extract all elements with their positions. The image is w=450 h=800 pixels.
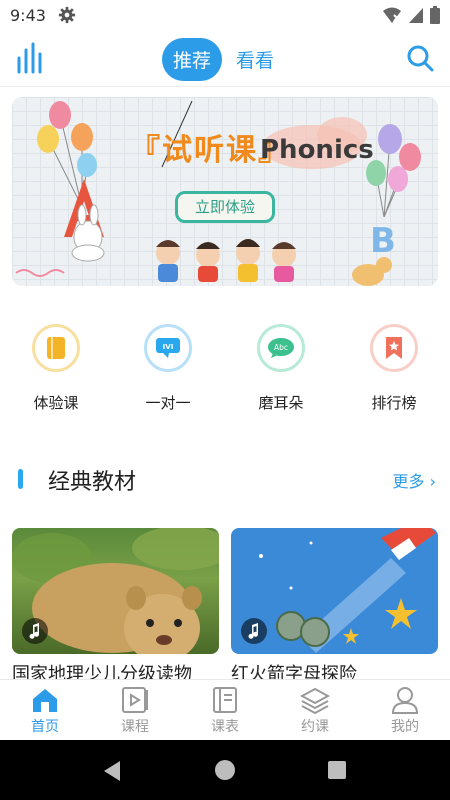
system-nav-bar <box>0 740 450 800</box>
quick-entry-ranking-circle <box>370 324 418 372</box>
bar-stats-icon[interactable] <box>16 42 46 74</box>
nav-divider <box>0 86 450 87</box>
wifi-off-icon <box>383 7 401 23</box>
bottom-nav-home[interactable]: 首页 <box>10 686 80 736</box>
play-course-icon <box>122 687 148 713</box>
bottom-nav-label: 课表 <box>211 719 239 735</box>
banner-subtitle: Phonics <box>260 135 374 165</box>
chat-icon: IVI <box>156 338 180 358</box>
chevron-right-icon: › <box>424 472 436 491</box>
svg-text:B: B <box>370 221 396 261</box>
home-icon <box>33 689 57 712</box>
home-circle-icon[interactable] <box>215 760 235 780</box>
tab-watch[interactable]: 看看 <box>236 46 274 73</box>
bottom-nav-booking[interactable]: 约课 <box>280 686 350 736</box>
top-nav: 推荐 看看 <box>0 36 450 82</box>
user-icon <box>391 687 419 714</box>
search-icon[interactable] <box>406 44 434 72</box>
bottom-nav-profile[interactable]: 我的 <box>370 686 440 736</box>
bottom-nav-courses[interactable]: 课程 <box>100 686 170 736</box>
back-triangle-icon[interactable] <box>102 760 122 782</box>
battery-icon <box>430 6 440 24</box>
music-note-icon <box>22 618 48 644</box>
quick-entry-label: 排行榜 <box>371 394 417 412</box>
bottom-nav-label: 约课 <box>301 719 329 735</box>
status-time: 9:43 <box>10 5 46 25</box>
section-header: 经典教材 更多 › <box>0 458 450 498</box>
abc-bubble-icon: Abc <box>268 338 294 358</box>
recent-apps-icon[interactable] <box>328 761 346 779</box>
bottom-nav-schedule[interactable]: 课表 <box>190 686 260 736</box>
bottom-nav-label: 我的 <box>391 719 419 735</box>
book-icon <box>47 337 65 359</box>
quick-entry-label: 体验课 <box>33 394 79 412</box>
card-cover-image <box>12 528 219 654</box>
quick-entries: 体验课 IVI 一对一 Abc 磨耳朵 排行榜 <box>0 320 450 420</box>
section-accent-bar <box>18 469 23 489</box>
try-now-button[interactable]: 立即体验 <box>175 191 275 223</box>
quick-entry-one-on-one-circle: IVI <box>144 324 192 372</box>
notebook-icon <box>213 687 237 713</box>
layers-icon <box>300 687 330 714</box>
quick-entry-one-on-one[interactable]: IVI 一对一 <box>123 320 213 413</box>
textbook-card[interactable]: 红火箭字母探险 <box>231 528 438 682</box>
textbook-card[interactable]: 国家地理少儿分级读物 <box>12 528 219 682</box>
quick-entry-listening-circle: Abc <box>257 324 305 372</box>
tab-recommend[interactable]: 推荐 <box>162 38 223 81</box>
quick-entry-trial-circle <box>32 324 80 372</box>
section-title: 经典教材 <box>48 470 137 495</box>
bottom-nav-label: 课程 <box>121 719 149 735</box>
quick-entry-ranking[interactable]: 排行榜 <box>349 320 439 413</box>
svg-text:Abc: Abc <box>274 343 288 352</box>
cell-signal-icon <box>409 8 423 23</box>
card-cover-image <box>231 528 438 654</box>
quick-entry-label: 一对一 <box>145 394 191 412</box>
trial-lesson-banner[interactable]: B 『试听课』 Phonics 立即体验 <box>12 97 438 286</box>
more-label: 更多 <box>392 472 425 491</box>
settings-gear-icon <box>58 6 76 24</box>
bottom-nav-label: 首页 <box>31 719 59 735</box>
more-link[interactable]: 更多 › <box>393 468 437 492</box>
quick-entry-label: 磨耳朵 <box>258 394 304 412</box>
music-note-icon <box>241 618 267 644</box>
top-tabs: 推荐 看看 <box>162 38 274 81</box>
bottom-nav: 首页 课程 课表 约课 我的 <box>0 679 450 740</box>
svg-text:IVI: IVI <box>163 343 174 351</box>
status-bar: 9:43 <box>0 0 450 30</box>
bookmark-star-icon <box>386 337 402 359</box>
quick-entry-trial[interactable]: 体验课 <box>11 320 101 413</box>
status-indicators <box>382 6 440 24</box>
quick-entry-listening[interactable]: Abc 磨耳朵 <box>236 320 326 413</box>
